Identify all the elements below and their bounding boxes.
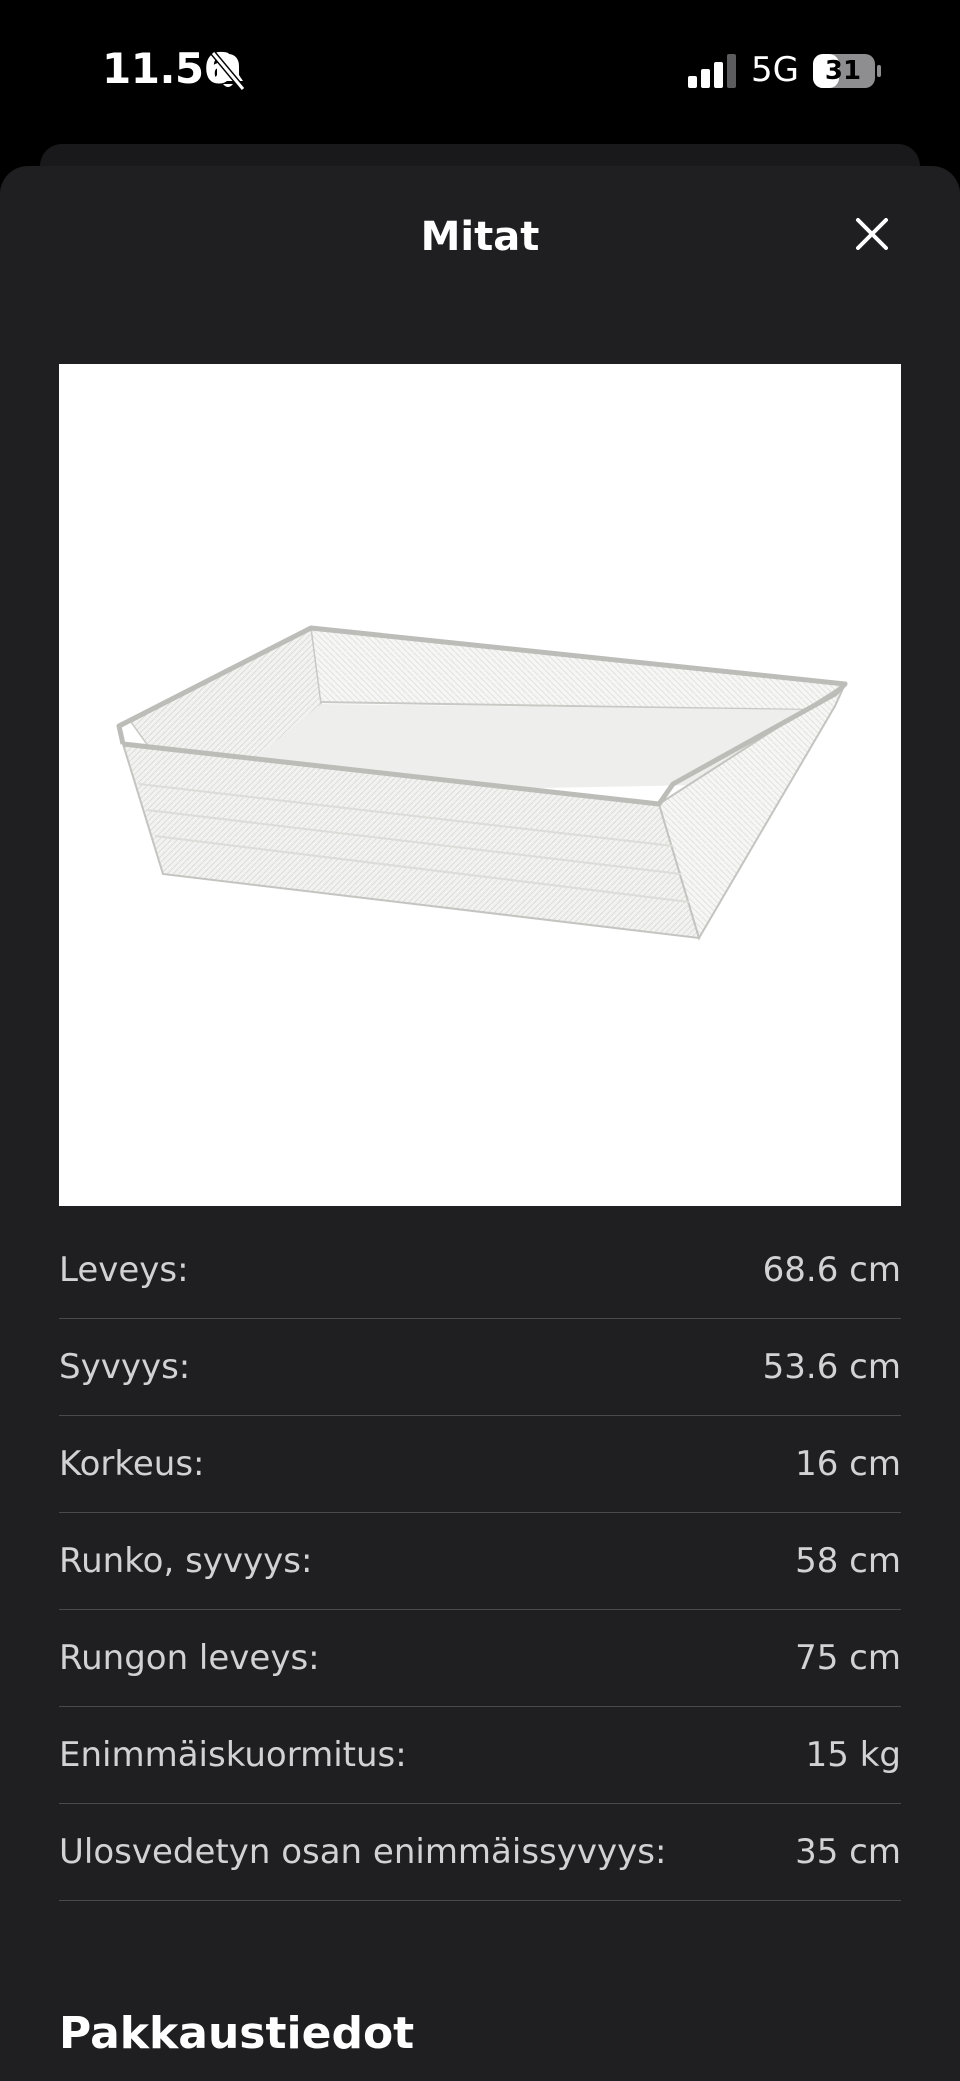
dimension-value: 35 cm: [795, 1832, 901, 1872]
bell-muted-icon: [210, 51, 246, 91]
dimension-label: Ulosvedetyn osan enimmäissyvyys:: [59, 1832, 667, 1872]
network-label: 5G: [751, 50, 799, 90]
dimension-row: Leveys: 68.6 cm: [59, 1222, 901, 1319]
dimension-value: 68.6 cm: [762, 1250, 901, 1290]
sheet-title: Mitat: [420, 214, 540, 260]
dimension-value: 15 kg: [805, 1735, 901, 1775]
dimensions-list: Leveys: 68.6 cm Syvyys: 53.6 cm Korkeus:…: [59, 1222, 901, 1901]
dimension-row: Syvyys: 53.6 cm: [59, 1319, 901, 1416]
dimension-value: 58 cm: [795, 1541, 901, 1581]
wire-basket-image: [116, 625, 848, 941]
dimension-row: Runko, syvyys: 58 cm: [59, 1513, 901, 1610]
dimension-label: Rungon leveys:: [59, 1638, 320, 1678]
dimension-label: Korkeus:: [59, 1444, 205, 1484]
dimension-label: Syvyys:: [59, 1347, 191, 1387]
dimension-label: Leveys:: [59, 1250, 189, 1290]
dimension-value: 75 cm: [795, 1638, 901, 1678]
dimension-row: Enimmäiskuormitus: 15 kg: [59, 1707, 901, 1804]
close-button[interactable]: [850, 212, 894, 256]
signal-icon: [688, 54, 736, 88]
dimension-row: Rungon leveys: 75 cm: [59, 1610, 901, 1707]
dimension-label: Runko, syvyys:: [59, 1541, 313, 1581]
close-icon: [856, 218, 888, 250]
dimension-value: 16 cm: [795, 1444, 901, 1484]
dimension-value: 53.6 cm: [762, 1347, 901, 1387]
dimension-label: Enimmäiskuormitus:: [59, 1735, 407, 1775]
battery-level: 31: [824, 56, 862, 86]
product-image: [59, 364, 901, 1206]
packaging-section-title: Pakkaustiedot: [59, 2008, 415, 2059]
dimension-row: Ulosvedetyn osan enimmäissyvyys: 35 cm: [59, 1804, 901, 1901]
dimension-row: Korkeus: 16 cm: [59, 1416, 901, 1513]
status-bar: 11.56 5G 31: [0, 0, 960, 140]
